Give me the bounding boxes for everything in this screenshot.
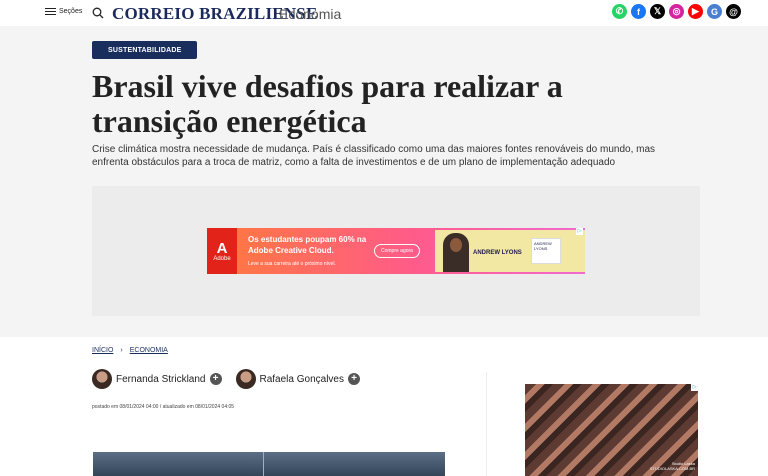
news-icon[interactable]: G bbox=[707, 4, 722, 19]
threads-icon[interactable]: @ bbox=[726, 4, 741, 19]
adchoices-icon[interactable]: ▷ bbox=[576, 228, 583, 235]
article-subtitle: Crise climática mostra necessidade de mu… bbox=[92, 144, 656, 168]
follow-author-button[interactable]: + bbox=[348, 373, 360, 385]
ad-headline: Os estudantes poupam 60% na Adobe Creati… bbox=[248, 235, 367, 255]
sections-label: Seções bbox=[59, 8, 83, 15]
article-photo bbox=[93, 452, 445, 476]
search-icon[interactable] bbox=[92, 7, 104, 19]
avatar bbox=[235, 369, 256, 389]
top-bar: Seções CORREIO BRAZILIENSE Economia ✆ f 𝕏 ◎… bbox=[0, 0, 768, 26]
side-ad-label: Studio Laska STUDIOLASKA.COM.BR bbox=[650, 461, 695, 471]
follow-author-button[interactable]: + bbox=[209, 373, 222, 385]
section-title[interactable]: Economia bbox=[279, 6, 341, 22]
ad-buy-button[interactable]: Compre agora bbox=[374, 244, 420, 258]
ad-tagline: Leve a sua carreira até o próximo nível. bbox=[248, 261, 336, 267]
breadcrumb-economia[interactable]: ECONOMIA bbox=[130, 347, 168, 354]
ad-person-name: ANDREW LYONS bbox=[473, 250, 522, 256]
author-name: Rafaela Gonçalves bbox=[259, 373, 345, 385]
adobe-logo: A Adobe bbox=[207, 228, 237, 274]
author-item[interactable]: Rafaela Gonçalves + bbox=[235, 369, 360, 389]
article-headline: Brasil vive desafios para realizar a tra… bbox=[92, 68, 563, 139]
facebook-icon[interactable]: f bbox=[631, 4, 646, 19]
ad-container: A Adobe Os estudantes poupam 60% na Adob… bbox=[92, 186, 700, 316]
ad-person-image bbox=[443, 233, 469, 272]
hamburger-icon bbox=[45, 8, 56, 15]
side-ad-url: STUDIOLASKA.COM.BR bbox=[649, 466, 695, 471]
article-hero: SUSTENTABILIDADE Brasil vive desafios pa… bbox=[0, 26, 768, 337]
whatsapp-icon[interactable]: ✆ bbox=[612, 4, 627, 19]
ad-mini-card: ANDREW LYONS bbox=[531, 238, 561, 264]
adobe-logo-letter: A bbox=[216, 239, 228, 257]
social-links: ✆ f 𝕏 ◎ ▶ G @ bbox=[612, 4, 741, 19]
author-name: Fernanda Strickland bbox=[116, 373, 206, 385]
side-ad[interactable]: ▷ Studio Laska STUDIOLASKA.COM.BR bbox=[525, 384, 698, 476]
category-tag[interactable]: SUSTENTABILIDADE bbox=[92, 41, 198, 59]
sections-menu-button[interactable]: Seções bbox=[45, 8, 82, 15]
instagram-icon[interactable]: ◎ bbox=[669, 4, 684, 19]
publish-dates: postado em 08/01/2024 04:00 / atualizado… bbox=[92, 404, 235, 410]
adobe-banner-ad[interactable]: A Adobe Os estudantes poupam 60% na Adob… bbox=[207, 228, 585, 274]
breadcrumb-home[interactable]: INÍCIO bbox=[92, 347, 113, 354]
avatar bbox=[92, 369, 112, 389]
chevron-right-icon: › bbox=[120, 347, 123, 354]
x-icon[interactable]: 𝕏 bbox=[650, 4, 665, 19]
adobe-logo-text: Adobe bbox=[213, 255, 231, 262]
breadcrumb: INÍCIO › ECONOMIA bbox=[92, 347, 168, 354]
ad-image: ANDREW LYONS ANDREW LYONS bbox=[435, 230, 585, 272]
authors: Fernanda Strickland + Rafaela Gonçalves … bbox=[92, 369, 360, 389]
author-item[interactable]: Fernanda Strickland + bbox=[92, 369, 222, 389]
column-divider bbox=[486, 372, 487, 476]
youtube-icon[interactable]: ▶ bbox=[688, 4, 703, 19]
adchoices-icon[interactable]: ▷ bbox=[691, 384, 698, 391]
